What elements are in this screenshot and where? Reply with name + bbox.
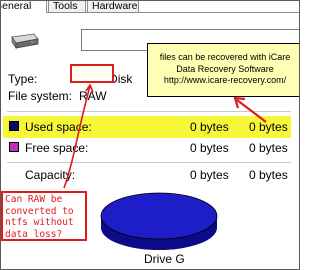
used-space-swatch — [9, 121, 19, 131]
tooltip-line-3: http://www.icare-recovery.com/ — [163, 75, 287, 85]
separator — [7, 162, 291, 163]
tooltip-line-2: Data Recovery Software — [176, 63, 274, 74]
raw-highlight-box — [70, 64, 114, 83]
free-space-size: 0 bytes — [249, 141, 288, 155]
used-space-label: Used space: — [25, 120, 92, 134]
tab-tools[interactable]: Tools — [48, 0, 86, 12]
tab-hardware-label: Hardware — [92, 0, 138, 12]
question-line-3: ntfs without — [5, 217, 74, 228]
question-line-2: converted to — [5, 205, 74, 217]
raw-question-callout: Can RAW be converted to ntfs without dat… — [1, 191, 87, 241]
used-space-bytes: 0 bytes — [190, 120, 229, 134]
free-space-label: Free space: — [25, 141, 89, 155]
disk-usage-pie — [100, 192, 218, 250]
tab-general-label: General — [1, 0, 32, 12]
recovery-tooltip: files can be recovered with iCare Data R… — [147, 43, 299, 97]
question-line-4: data loss? — [5, 228, 63, 240]
tooltip-line-1: files can be recovered with iCare — [159, 52, 291, 62]
drive-icon — [11, 33, 39, 50]
tab-general[interactable]: General — [1, 0, 47, 13]
free-space-bytes: 0 bytes — [190, 141, 229, 155]
separator — [7, 111, 291, 112]
capacity-bytes: 0 bytes — [190, 168, 229, 182]
type-label: Type: — [8, 72, 38, 86]
drive-label: Drive G — [144, 252, 185, 266]
question-line-1: Can RAW be — [5, 194, 63, 205]
capacity-size: 0 bytes — [249, 168, 288, 182]
used-space-size: 0 bytes — [249, 120, 288, 134]
filesystem-label: File system: — [8, 89, 73, 103]
drive-properties-dialog: General Tools Hardware Type: Local Disk … — [0, 0, 300, 270]
tab-tools-label: Tools — [53, 0, 78, 12]
free-space-swatch — [9, 142, 19, 152]
tab-hardware[interactable]: Hardware — [87, 0, 139, 12]
capacity-label: Capacity: — [25, 168, 76, 182]
filesystem-value: RAW — [79, 89, 107, 103]
